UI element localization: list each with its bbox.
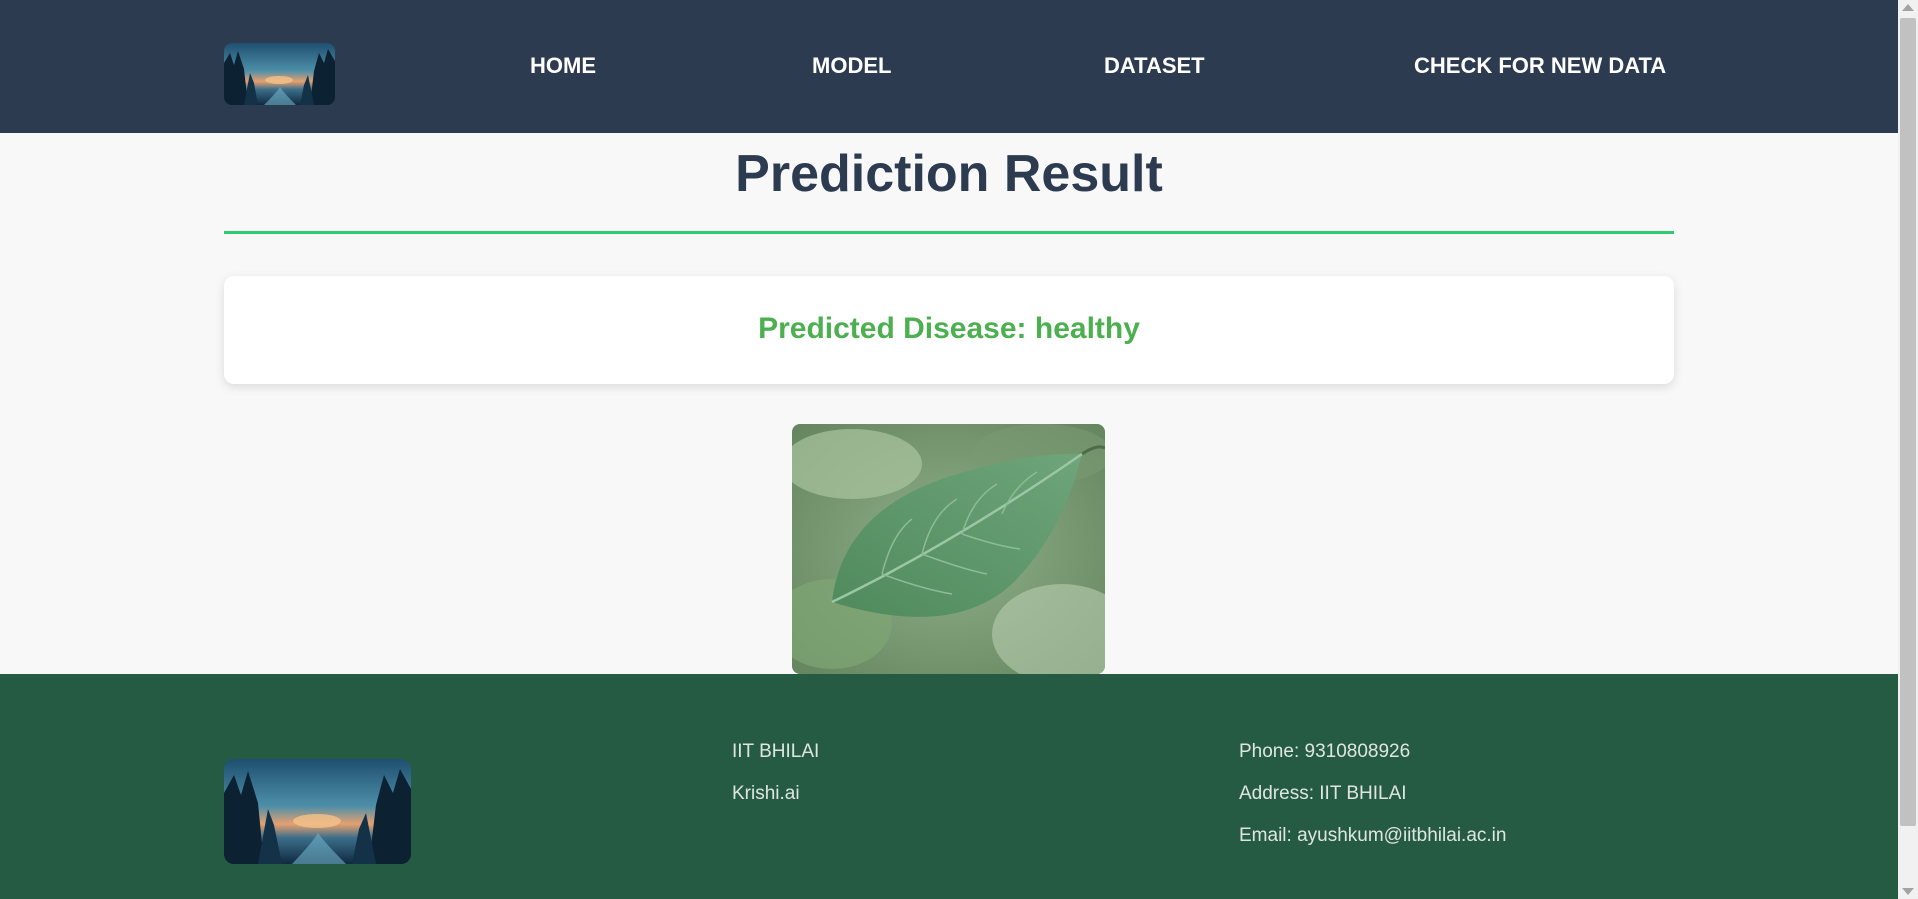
footer-address: Address: IIT BHILAI <box>1239 783 1407 804</box>
vertical-scrollbar[interactable] <box>1898 0 1918 899</box>
nav-dataset-link[interactable]: DATASET <box>1104 50 1205 82</box>
nav-check-new-data-link[interactable]: CHECK FOR NEW DATA <box>1414 50 1666 82</box>
nav-home-link[interactable]: HOME <box>530 50 596 82</box>
footer: IIT BHILAI Krishi.ai Phone: 9310808926 A… <box>0 674 1898 899</box>
logo-image[interactable] <box>224 43 335 105</box>
footer-logo-image <box>224 759 411 864</box>
forest-sunset-logo-icon <box>224 759 411 864</box>
page: HOME MODEL DATASET CHECK FOR NEW DATA Pr… <box>0 0 1898 899</box>
navbar: HOME MODEL DATASET CHECK FOR NEW DATA <box>0 0 1898 133</box>
leaf-photo-icon <box>792 424 1105 674</box>
footer-brand-name: Krishi.ai <box>732 783 800 804</box>
page-title: Prediction Result <box>735 145 1163 203</box>
forest-sunset-logo-icon <box>224 43 335 105</box>
prediction-card: Predicted Disease: healthy <box>224 276 1674 384</box>
prediction-result-text: Predicted Disease: healthy <box>758 312 1140 345</box>
footer-phone: Phone: 9310808926 <box>1239 741 1411 762</box>
footer-org-name: IIT BHILAI <box>732 741 820 762</box>
footer-email: Email: ayushkum@iitbhilai.ac.in <box>1239 825 1507 846</box>
title-divider <box>224 231 1674 234</box>
scrollbar-thumb[interactable] <box>1900 18 1916 826</box>
scroll-down-arrow-icon[interactable] <box>1902 888 1914 895</box>
nav-model-link[interactable]: MODEL <box>812 50 891 82</box>
scroll-up-arrow-icon[interactable] <box>1902 4 1914 11</box>
uploaded-leaf-image <box>792 424 1105 674</box>
